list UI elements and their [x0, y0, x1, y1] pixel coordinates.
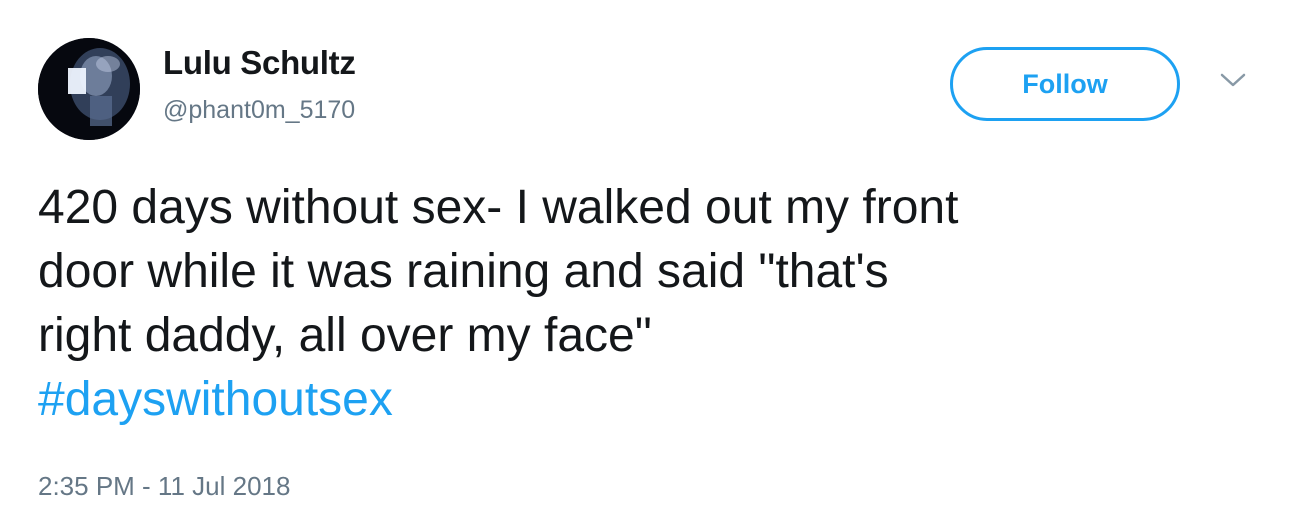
- user-handle[interactable]: @phant0m_5170: [163, 96, 355, 125]
- follow-button[interactable]: Follow: [950, 47, 1180, 121]
- hashtag-link[interactable]: #dayswithoutsex: [38, 368, 1278, 432]
- avatar-image: [38, 38, 140, 140]
- chevron-down-icon[interactable]: [1218, 70, 1248, 90]
- display-name[interactable]: Lulu Schultz: [163, 44, 356, 82]
- tweet-text-line: door while it was raining and said "that…: [38, 245, 889, 298]
- avatar[interactable]: [38, 38, 140, 140]
- tweet-timestamp[interactable]: 2:35 PM - 11 Jul 2018: [38, 471, 290, 502]
- tweet-text: 420 days without sex- I walked out my fr…: [38, 176, 1278, 432]
- tweet-text-line: right daddy, all over my face": [38, 309, 652, 362]
- tweet-text-line: 420 days without sex- I walked out my fr…: [38, 181, 959, 234]
- tweet-card: Lulu Schultz @phant0m_5170 Follow 420 da…: [0, 0, 1310, 522]
